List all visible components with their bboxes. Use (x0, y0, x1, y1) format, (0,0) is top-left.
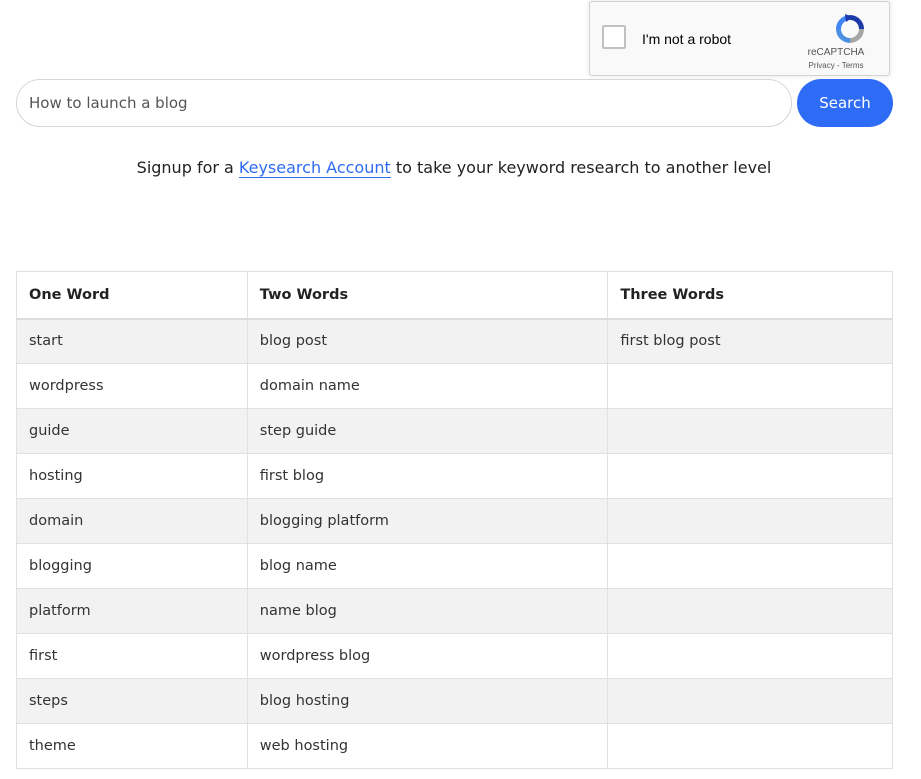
search-input[interactable] (16, 79, 792, 127)
keyword-table: One Word Two Words Three Words start blo… (16, 271, 893, 769)
promo-prefix: Signup for a (136, 158, 239, 177)
cell-two-words: blogging platform (246, 498, 609, 544)
table-row: hosting first blog (16, 453, 893, 499)
cell-three-words (607, 408, 893, 454)
promo-suffix: to take your keyword research to another… (390, 158, 772, 177)
table-row: guide step guide (16, 408, 893, 454)
cell-one-word: wordpress (16, 363, 248, 409)
cell-three-words (607, 678, 893, 724)
cell-one-word: first (16, 633, 248, 679)
cell-one-word: hosting (16, 453, 248, 499)
header-three-words: Three Words (607, 271, 893, 320)
table-row: blogging blog name (16, 543, 893, 589)
recaptcha-terms-link[interactable]: Terms (842, 61, 864, 70)
cell-two-words: web hosting (246, 723, 609, 769)
search-button[interactable]: Search (797, 79, 893, 127)
cell-one-word: domain (16, 498, 248, 544)
cell-two-words: first blog (246, 453, 609, 499)
header-two-words: Two Words (246, 271, 609, 320)
cell-three-words (607, 498, 893, 544)
cell-one-word: start (16, 318, 248, 364)
recaptcha-checkbox[interactable] (602, 25, 626, 49)
recaptcha-privacy-link[interactable]: Privacy (809, 61, 835, 70)
table-row: steps blog hosting (16, 678, 893, 724)
cell-three-words (607, 588, 893, 634)
cell-three-words (607, 723, 893, 769)
table-row: platform name blog (16, 588, 893, 634)
recaptcha-brand: reCAPTCHA (807, 47, 865, 58)
cell-three-words (607, 363, 893, 409)
cell-one-word: blogging (16, 543, 248, 589)
cell-three-words: first blog post (607, 318, 893, 364)
recaptcha-label: I'm not a robot (642, 31, 732, 47)
cell-one-word: guide (16, 408, 248, 454)
recaptcha-link-separator: - (834, 61, 842, 70)
cell-two-words: wordpress blog (246, 633, 609, 679)
table-header-row: One Word Two Words Three Words (16, 271, 893, 320)
cell-two-words: blog name (246, 543, 609, 589)
table-row: domain blogging platform (16, 498, 893, 544)
cell-two-words: name blog (246, 588, 609, 634)
signup-promo: Signup for a Keysearch Account to take y… (0, 158, 908, 178)
cell-one-word: steps (16, 678, 248, 724)
cell-two-words: step guide (246, 408, 609, 454)
keysearch-account-link[interactable]: Keysearch Account (238, 158, 391, 178)
cell-three-words (607, 543, 893, 589)
table-row: wordpress domain name (16, 363, 893, 409)
cell-three-words (607, 633, 893, 679)
cell-two-words: blog hosting (246, 678, 609, 724)
recaptcha-widget: I'm not a robot reCAPTCHA Privacy - Term… (589, 1, 890, 76)
recaptcha-links: Privacy - Terms (790, 61, 882, 70)
table-row: first wordpress blog (16, 633, 893, 679)
cell-one-word: theme (16, 723, 248, 769)
cell-three-words (607, 453, 893, 499)
cell-one-word: platform (16, 588, 248, 634)
table-row: theme web hosting (16, 723, 893, 769)
recaptcha-logo-icon (836, 14, 864, 43)
cell-two-words: domain name (246, 363, 609, 409)
cell-two-words: blog post (246, 318, 609, 364)
table-row: start blog post first blog post (16, 318, 893, 364)
header-one-word: One Word (16, 271, 248, 320)
